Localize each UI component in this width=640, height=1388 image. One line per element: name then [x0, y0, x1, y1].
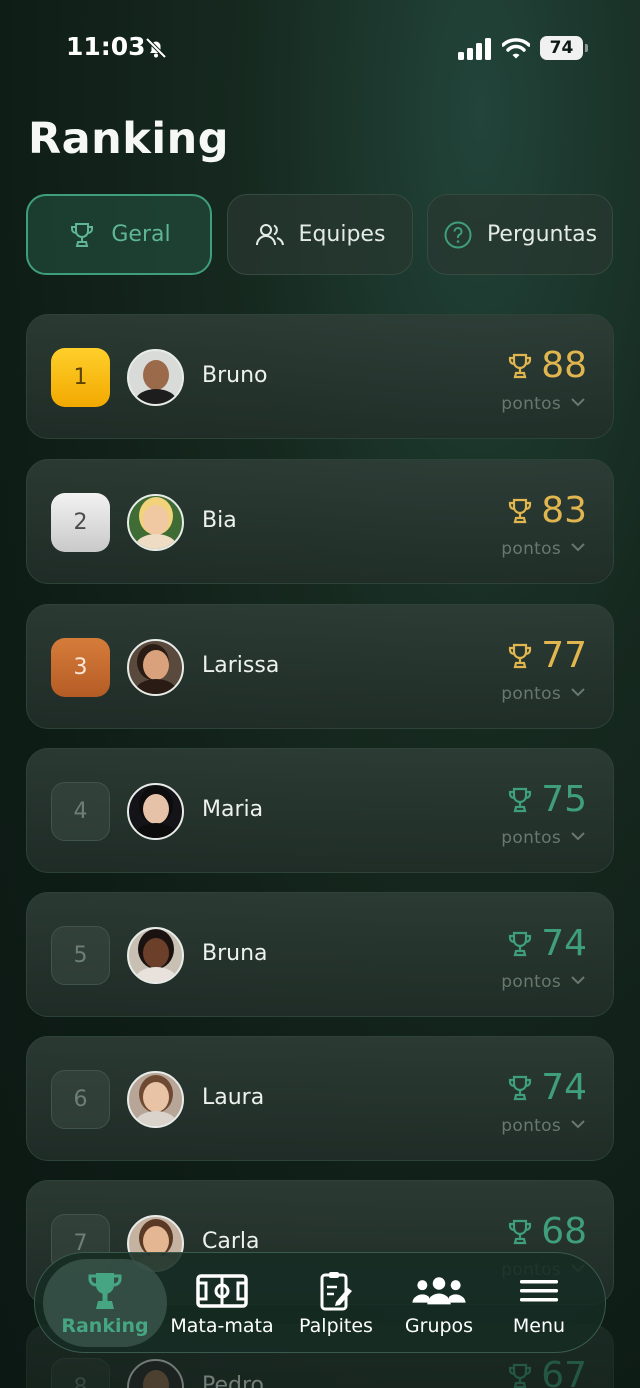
- avatar: [127, 783, 184, 840]
- page-title: Ranking: [28, 114, 229, 164]
- points-number: 74: [541, 1067, 587, 1108]
- player-name: Carla: [202, 1229, 260, 1254]
- nav-mata-mata-label: Mata-mata: [170, 1315, 274, 1337]
- player-name: Bruna: [202, 941, 268, 966]
- avatar: [127, 349, 184, 406]
- chevron-down-icon[interactable]: [571, 397, 585, 407]
- chevron-down-icon[interactable]: [571, 975, 585, 985]
- question-circle-icon: [444, 221, 472, 248]
- tab-perguntas-label: Perguntas: [486, 222, 598, 247]
- points-number: 68: [541, 1211, 587, 1252]
- nav-palpites[interactable]: Palpites: [281, 1259, 391, 1347]
- rank-badge: 3: [51, 638, 110, 697]
- rank-badge: 8: [51, 1358, 110, 1388]
- chevron-down-icon[interactable]: [571, 687, 585, 697]
- player-name: Bia: [202, 508, 237, 533]
- tab-equipes-label: Equipes: [298, 222, 386, 247]
- clipboard-edit-icon: [320, 1272, 352, 1311]
- trophy-icon: [509, 1219, 532, 1244]
- trophy-icon: [509, 1363, 532, 1388]
- rank-badge: 6: [51, 1070, 110, 1129]
- field-icon: [196, 1274, 248, 1308]
- status-bar: 11:03 74: [0, 0, 640, 96]
- player-name: Bruno: [202, 363, 268, 388]
- player-name: Pedro: [202, 1373, 265, 1388]
- trophy-icon: [71, 222, 94, 247]
- points-unit: pontos: [501, 828, 561, 848]
- points-unit: pontos: [501, 1116, 561, 1136]
- nav-ranking-label: Ranking: [61, 1315, 149, 1337]
- users-icon: [255, 223, 284, 245]
- points-value: 67: [507, 1355, 587, 1388]
- points-value: 83: [507, 490, 587, 531]
- points-unit: pontos: [501, 684, 561, 704]
- hamburger-icon: [520, 1280, 558, 1302]
- player-name: Maria: [202, 797, 264, 822]
- ranking-row[interactable]: 2 Bia 83 pontos: [26, 459, 614, 584]
- rank-badge: 5: [51, 926, 110, 985]
- nav-menu-label: Menu: [512, 1315, 566, 1337]
- battery-level: 74: [549, 38, 574, 58]
- ranking-row[interactable]: 4 Maria 75 pontos: [26, 748, 614, 873]
- tab-equipes[interactable]: Equipes: [227, 194, 413, 275]
- points-value: 74: [507, 1067, 587, 1108]
- trophy-icon: [509, 787, 532, 812]
- bottom-navigation: Ranking Mata-mata Palpites Grupos Menu: [34, 1252, 606, 1353]
- avatar: [127, 639, 184, 696]
- ranking-row[interactable]: 6 Laura 74 pontos: [26, 1036, 614, 1161]
- trophy-icon: [509, 643, 532, 668]
- points-value: 77: [507, 635, 587, 676]
- nav-grupos-label: Grupos: [404, 1315, 474, 1337]
- wifi-icon: [502, 38, 530, 59]
- ranking-row[interactable]: 3 Larissa 77 pontos: [26, 604, 614, 729]
- trophy-icon: [509, 498, 532, 523]
- rank-badge: 2: [51, 493, 110, 552]
- group-icon: [412, 1277, 466, 1305]
- points-number: 74: [541, 923, 587, 964]
- trophy-icon: [509, 1075, 532, 1100]
- points-number: 67: [541, 1355, 587, 1388]
- avatar: [127, 927, 184, 984]
- points-value: 74: [507, 923, 587, 964]
- bell-off-icon: [145, 37, 167, 59]
- chevron-down-icon[interactable]: [571, 1119, 585, 1129]
- rank-badge: 4: [51, 782, 110, 841]
- points-number: 88: [541, 345, 587, 386]
- nav-mata-mata[interactable]: Mata-mata: [167, 1259, 277, 1347]
- player-name: Larissa: [202, 653, 280, 678]
- points-value: 68: [507, 1211, 587, 1252]
- avatar: [127, 1359, 184, 1388]
- chevron-down-icon[interactable]: [571, 831, 585, 841]
- rank-badge: 1: [51, 348, 110, 407]
- avatar: [127, 494, 184, 551]
- nav-ranking[interactable]: Ranking: [43, 1259, 167, 1347]
- avatar: [127, 1071, 184, 1128]
- battery-indicator: 74: [540, 36, 588, 60]
- tab-geral[interactable]: Geral: [26, 194, 212, 275]
- points-unit: pontos: [501, 394, 561, 414]
- points-unit: pontos: [501, 972, 561, 992]
- nav-grupos[interactable]: Grupos: [384, 1259, 494, 1347]
- tab-perguntas[interactable]: Perguntas: [427, 194, 613, 275]
- trophy-icon: [88, 1273, 122, 1309]
- chevron-down-icon[interactable]: [571, 542, 585, 552]
- points-number: 83: [541, 490, 587, 531]
- points-number: 75: [541, 779, 587, 820]
- ranking-row[interactable]: 5 Bruna 74 pontos: [26, 892, 614, 1017]
- points-number: 77: [541, 635, 587, 676]
- ranking-row[interactable]: 1 Bruno 88 pontos: [26, 314, 614, 439]
- points-value: 75: [507, 779, 587, 820]
- points-value: 88: [507, 345, 587, 386]
- points-unit: pontos: [501, 539, 561, 559]
- trophy-icon: [509, 931, 532, 956]
- nav-menu[interactable]: Menu: [484, 1259, 594, 1347]
- player-name: Laura: [202, 1085, 265, 1110]
- signal-icon: [458, 38, 491, 60]
- trophy-icon: [509, 353, 532, 378]
- nav-palpites-label: Palpites: [299, 1315, 373, 1337]
- status-time: 11:03: [66, 32, 146, 61]
- tab-geral-label: Geral: [111, 222, 171, 247]
